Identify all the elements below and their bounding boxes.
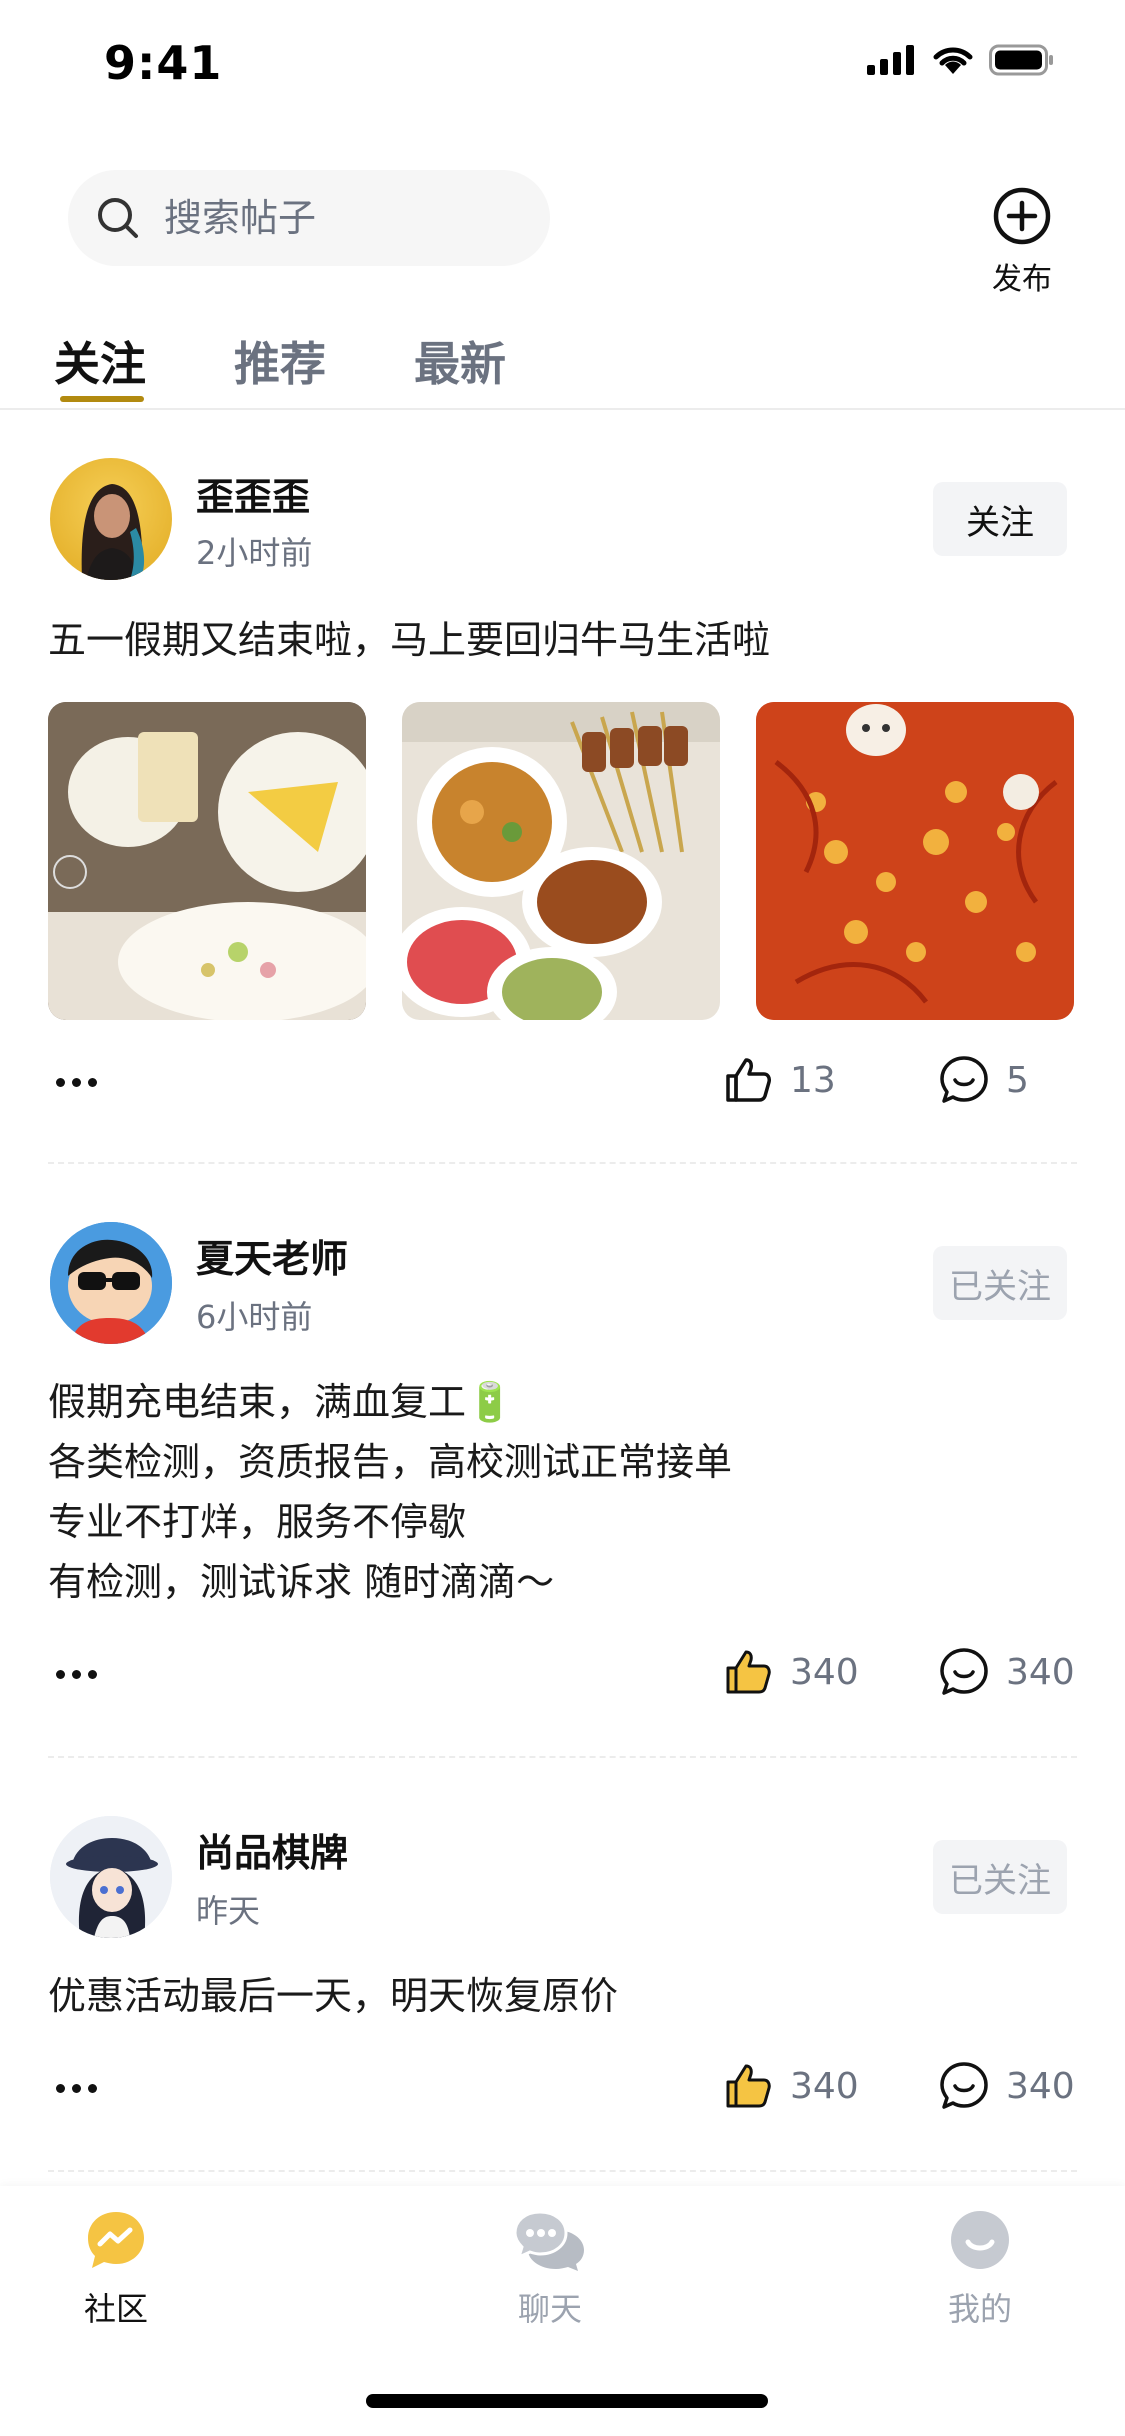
comment-button[interactable]: 5	[938, 1054, 1029, 1106]
tab-recommended[interactable]: 推荐	[234, 328, 326, 394]
post-image-skewers[interactable]	[402, 702, 720, 1020]
tab-indicator	[60, 396, 144, 402]
post-image-dessert[interactable]	[48, 702, 366, 1020]
post-divider	[48, 1756, 1077, 1758]
more-options-button[interactable]	[56, 2078, 106, 2098]
publish-button[interactable]: 发布	[982, 186, 1062, 298]
avatar-anime-girl-image	[50, 1816, 172, 1938]
more-options-button[interactable]	[56, 1072, 106, 1092]
like-button[interactable]: 340	[722, 2060, 859, 2112]
like-count: 340	[790, 1651, 859, 1693]
thumb-up-filled-icon	[726, 1650, 771, 1694]
avatar[interactable]	[50, 1816, 172, 1938]
like-button[interactable]: 340	[722, 1646, 859, 1698]
tab-following[interactable]: 关注	[54, 328, 146, 394]
wifi-icon	[933, 47, 973, 74]
avatar-woman-image	[81, 484, 145, 580]
tabbar-item-profile[interactable]: 我的	[900, 2208, 1060, 2330]
search-box[interactable]	[68, 170, 550, 266]
battery-icon	[989, 44, 1053, 76]
followed-button[interactable]: 已关注	[933, 1246, 1067, 1320]
comment-count: 340	[1006, 2065, 1075, 2107]
tab-latest[interactable]: 最新	[414, 328, 506, 394]
community-icon	[88, 2212, 144, 2268]
tabbar-item-chat[interactable]: 聊天	[470, 2208, 630, 2330]
tabbar-label: 我的	[947, 2290, 1012, 2328]
thumb-up-icon	[726, 1058, 771, 1102]
thumb-up-filled-icon	[726, 2064, 771, 2108]
avatar[interactable]	[50, 458, 172, 580]
tabbar-label: 聊天	[517, 2290, 582, 2328]
post-images	[48, 702, 1074, 1020]
feed-tabs: 关注 推荐 最新	[0, 320, 1125, 410]
author-name[interactable]: 夏天老师	[196, 1228, 348, 1283]
search-icon	[98, 198, 138, 238]
post-divider	[48, 2170, 1077, 2172]
tabbar-item-community[interactable]: 社区	[36, 2208, 196, 2330]
avatar[interactable]	[50, 1222, 172, 1344]
post-text: 五一假期又结束啦，马上要回归牛马生活啦	[48, 618, 771, 662]
publish-label: 发布	[992, 262, 1052, 297]
status-time: 9:41	[104, 36, 223, 90]
like-button[interactable]: 13	[722, 1054, 836, 1106]
comment-icon	[940, 1648, 988, 1695]
post-image-crayfish[interactable]	[756, 702, 1074, 1020]
comment-button[interactable]: 340	[938, 1646, 1075, 1698]
like-count: 13	[790, 1059, 836, 1101]
post-time: 2小时前	[196, 534, 313, 572]
signal-icon	[867, 45, 914, 75]
avatar-cartoon-image	[50, 1222, 172, 1344]
author-name[interactable]: 歪歪歪	[196, 466, 310, 521]
like-count: 340	[790, 2065, 859, 2107]
comment-button[interactable]: 340	[938, 2060, 1075, 2112]
more-options-button[interactable]	[56, 1664, 106, 1684]
status-icons	[867, 44, 1055, 76]
plus-circle-icon	[993, 187, 1051, 245]
profile-icon	[951, 2211, 1009, 2269]
post-text: 假期充电结束，满血复工🔋 各类检测，资质报告，高校测试正常接单 专业不打烊，服务…	[48, 1380, 733, 1604]
comment-icon	[940, 1056, 988, 1103]
followed-button[interactable]: 已关注	[933, 1840, 1067, 1914]
post-time: 昨天	[196, 1892, 261, 1930]
chat-icon	[513, 2210, 584, 2271]
status-bar: 9:41	[0, 0, 1125, 130]
search-input[interactable]	[164, 196, 504, 240]
post-text: 优惠活动最后一天，明天恢复原价	[48, 1974, 619, 2018]
comment-count: 340	[1006, 1651, 1075, 1693]
post-time: 6小时前	[196, 1298, 313, 1336]
comment-icon	[940, 2062, 988, 2109]
tabbar-label: 社区	[83, 2290, 148, 2328]
post-divider	[48, 1162, 1077, 1164]
follow-button[interactable]: 关注	[933, 482, 1067, 556]
comment-count: 5	[1006, 1059, 1029, 1101]
home-indicator	[366, 2394, 768, 2408]
author-name[interactable]: 尚品棋牌	[196, 1822, 348, 1877]
